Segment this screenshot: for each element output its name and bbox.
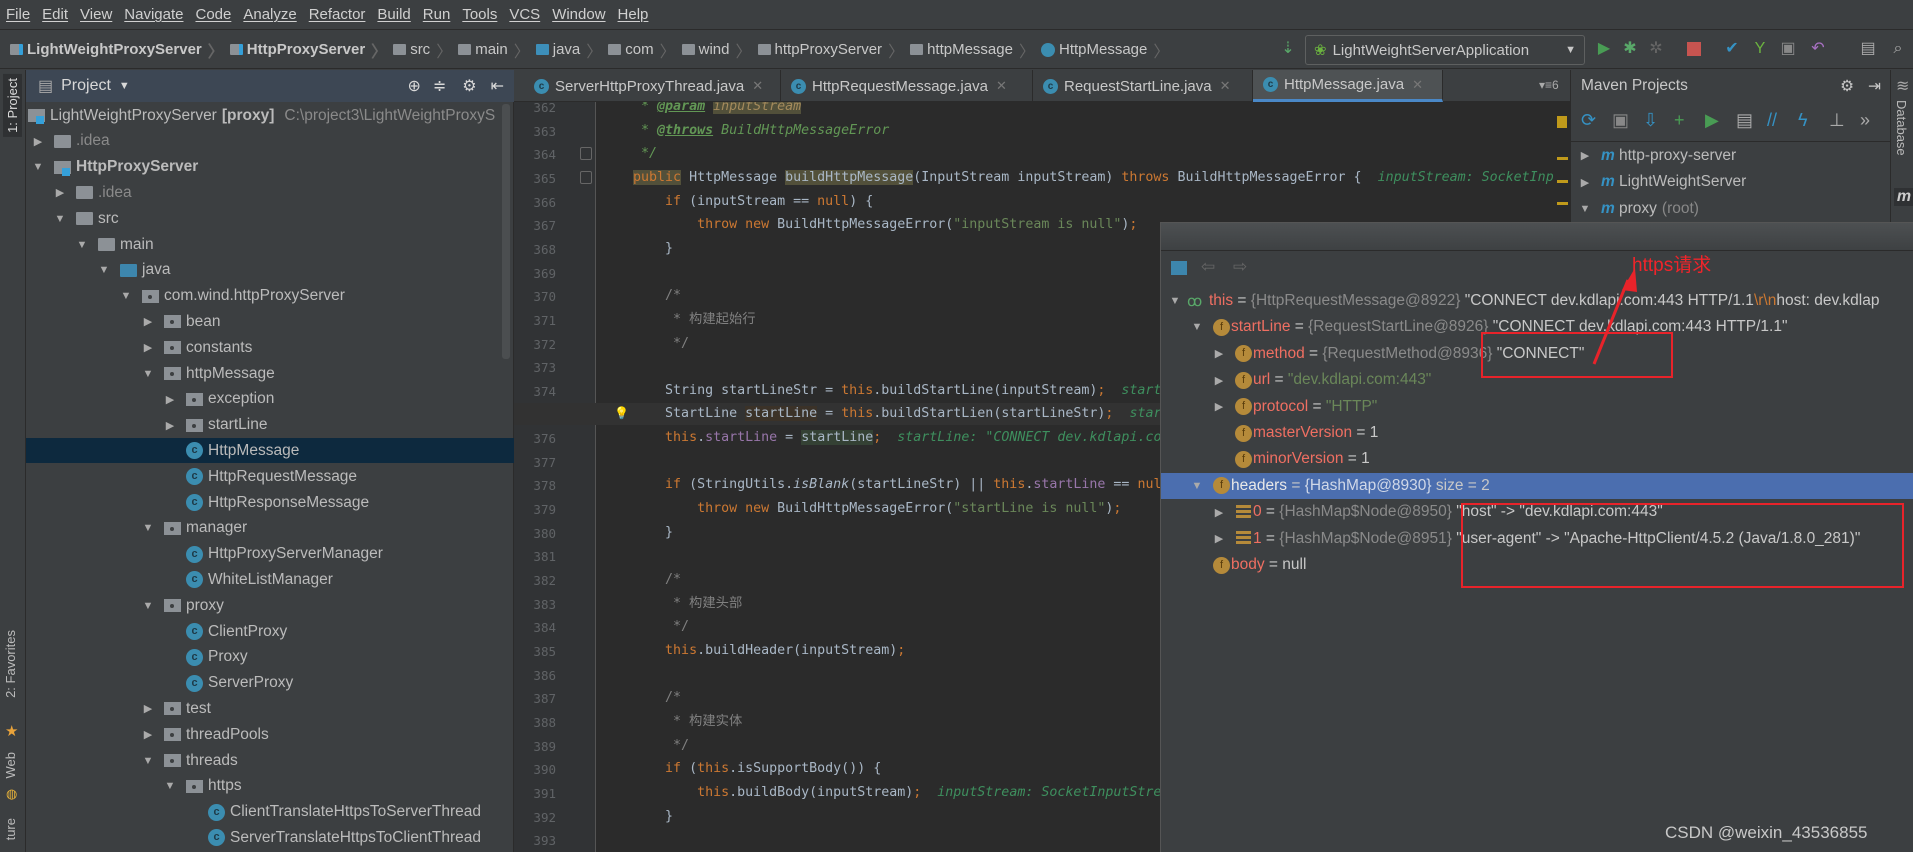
annotation-label: https请求 bbox=[1632, 255, 1712, 276]
arrow-shaft bbox=[1592, 279, 1630, 365]
watermark: CSDN @weixin_43536855 bbox=[1665, 823, 1868, 842]
intention-bulb-icon[interactable]: 💡 bbox=[614, 406, 629, 420]
annotation-arrow bbox=[1592, 268, 1637, 365]
